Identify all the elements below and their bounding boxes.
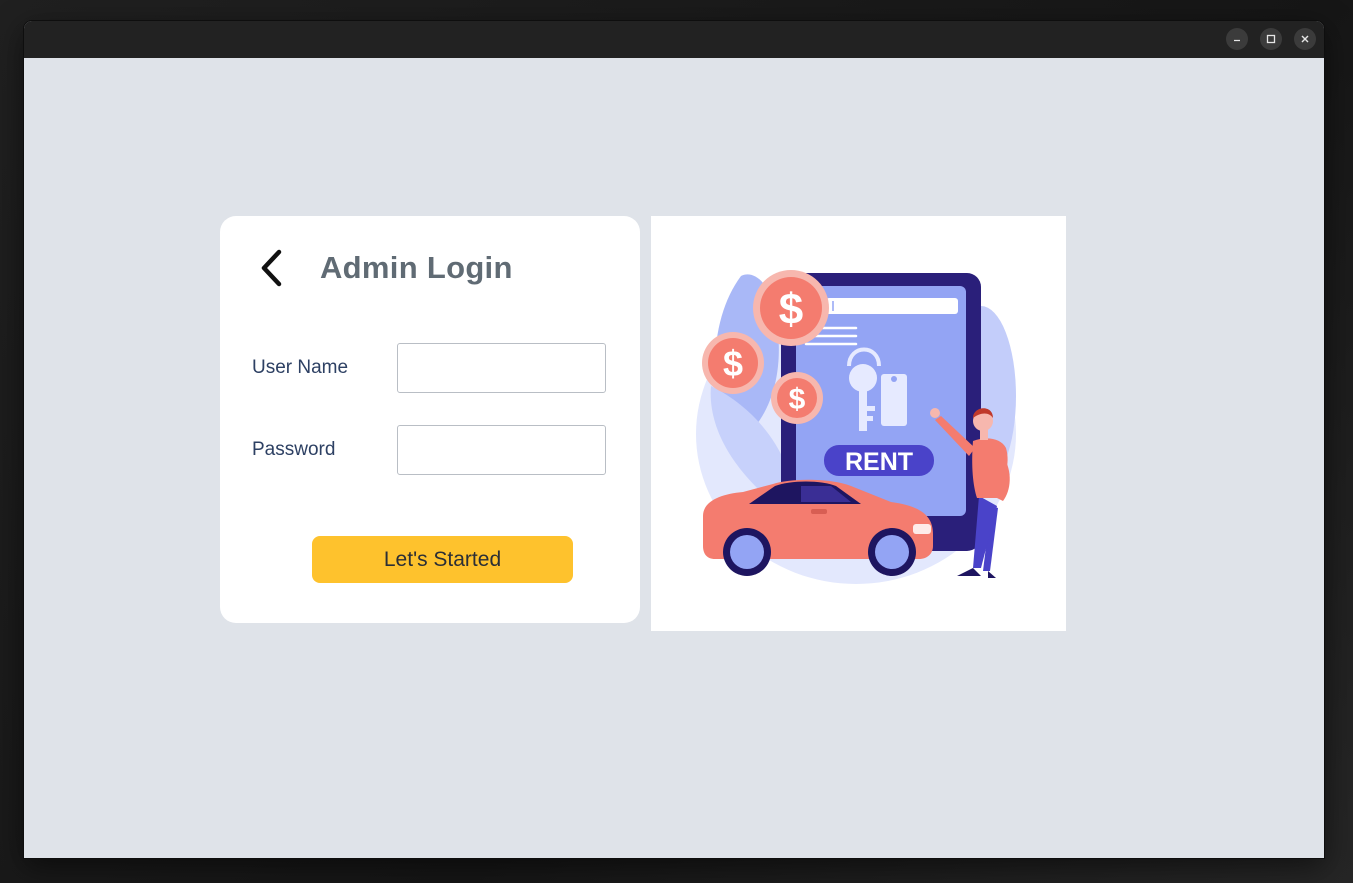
minimize-icon xyxy=(1234,39,1240,42)
coin-small-symbol: $ xyxy=(789,383,806,416)
title-bar xyxy=(24,21,1324,58)
maximize-icon xyxy=(1266,34,1276,44)
back-button[interactable] xyxy=(254,246,290,290)
coin-medium: $ xyxy=(702,332,764,394)
username-label: User Name xyxy=(252,357,349,378)
password-input[interactable] xyxy=(397,425,606,475)
login-card: Admin Login User Name Password Let's Sta… xyxy=(220,216,640,623)
username-input[interactable] xyxy=(397,343,606,393)
rent-text: RENT xyxy=(845,448,913,476)
coin-large-symbol: $ xyxy=(779,285,803,334)
coin-small: $ xyxy=(771,372,823,424)
coin-medium-symbol: $ xyxy=(723,343,743,384)
app-window: Admin Login User Name Password Let's Sta… xyxy=(24,21,1324,858)
coin-large: $ xyxy=(753,270,829,346)
minimize-button[interactable] xyxy=(1226,28,1248,50)
lets-started-button[interactable]: Let's Started xyxy=(312,536,573,583)
close-button[interactable] xyxy=(1294,28,1316,50)
phone-search-bar xyxy=(826,298,958,314)
car-rental-illustration: RENT $ $ $ xyxy=(696,270,1016,584)
chevron-left-icon xyxy=(261,249,282,287)
rental-illustration-panel: RENT $ $ $ xyxy=(651,216,1066,631)
page-title: Admin Login xyxy=(320,250,513,285)
main-content: Admin Login User Name Password Let's Sta… xyxy=(24,58,1324,858)
maximize-button[interactable] xyxy=(1260,28,1282,50)
password-label: Password xyxy=(252,439,336,460)
close-icon xyxy=(1301,35,1309,43)
